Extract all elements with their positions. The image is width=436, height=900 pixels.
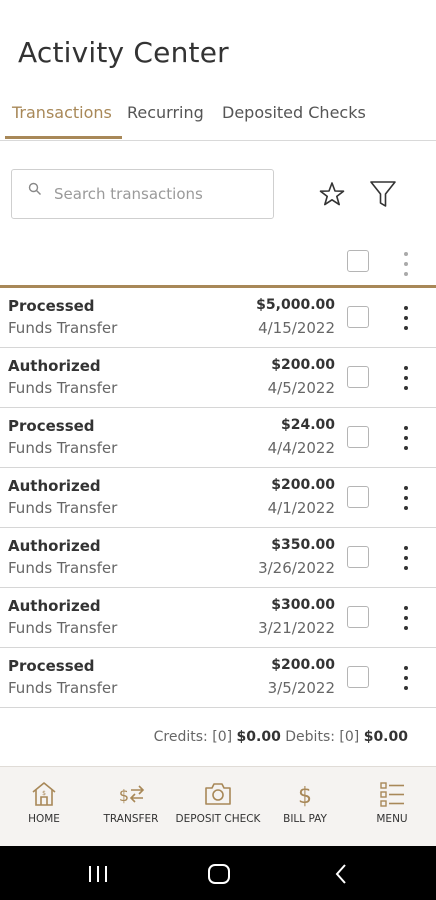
transaction-row[interactable]: Authorized Funds Transfer $300.00 3/21/2… [0,588,436,648]
row-checkbox[interactable] [347,486,369,508]
page-title: Activity Center [18,36,229,69]
transaction-type: Funds Transfer [8,499,118,517]
row-options-icon[interactable] [400,364,412,392]
tab-recurring[interactable]: Recurring [127,103,204,122]
transaction-row[interactable]: Processed Funds Transfer $5,000.00 4/15/… [0,288,436,348]
transaction-row[interactable]: Authorized Funds Transfer $200.00 4/5/20… [0,348,436,408]
transaction-type: Funds Transfer [8,679,118,697]
home-button-icon[interactable] [207,863,231,885]
transaction-date: 3/21/2022 [258,619,335,637]
debits-amount: $0.00 [363,729,408,745]
nav-deposit-check[interactable]: DEPOSIT CHECK [174,767,262,847]
nav-deposit-check-label: DEPOSIT CHECK [175,813,261,825]
transaction-type: Funds Transfer [8,619,118,637]
transaction-date: 4/4/2022 [267,439,335,457]
bottom-navigation: $ HOME $ TRANSFER DEPOSIT CHECK $ BILL P… [0,766,436,846]
system-navigation-bar [0,846,436,900]
tab-deposited-checks[interactable]: Deposited Checks [222,103,366,122]
transaction-amount: $350.00 [271,537,335,553]
nav-transfer[interactable]: $ TRANSFER [87,767,175,847]
search-box[interactable] [11,169,274,219]
back-icon[interactable] [333,863,349,885]
transaction-type: Funds Transfer [8,559,118,577]
row-options-icon[interactable] [400,664,412,692]
transaction-amount: $200.00 [271,657,335,673]
transaction-amount: $5,000.00 [256,297,335,313]
transaction-amount: $200.00 [271,357,335,373]
transaction-status: Authorized [8,477,101,495]
transaction-date: 4/1/2022 [267,499,335,517]
row-checkbox[interactable] [347,366,369,388]
transaction-status: Processed [8,297,95,315]
nav-home[interactable]: $ HOME [0,767,88,847]
row-checkbox[interactable] [347,546,369,568]
nav-menu-label: MENU [376,813,408,825]
debits-count: [0] [339,729,360,745]
filter-icon[interactable] [368,179,398,209]
transaction-date: 4/15/2022 [258,319,335,337]
list-header [0,240,436,288]
transaction-amount: $300.00 [271,597,335,613]
search-input[interactable] [54,170,269,218]
totals-summary: Credits: [0] $0.00 Debits: [0] $0.00 [154,729,408,745]
row-options-icon[interactable] [400,424,412,452]
camera-icon [205,783,231,805]
recent-apps-icon[interactable] [87,865,109,883]
row-checkbox[interactable] [347,426,369,448]
transaction-type: Funds Transfer [8,439,118,457]
transaction-type: Funds Transfer [8,319,118,337]
transaction-status: Processed [8,417,95,435]
transfer-icon: $ [119,785,145,805]
select-all-checkbox[interactable] [347,250,369,272]
transaction-date: 3/26/2022 [258,559,335,577]
transaction-row[interactable]: Authorized Funds Transfer $200.00 4/1/20… [0,468,436,528]
transaction-status: Processed [8,657,95,675]
menu-list-icon [380,782,404,807]
row-options-icon[interactable] [400,304,412,332]
debits-label: Debits: [285,729,335,745]
svg-text:$: $ [42,790,46,797]
credits-amount: $0.00 [236,729,281,745]
row-options-icon[interactable] [400,544,412,572]
active-tab-indicator [5,136,122,139]
transaction-row[interactable]: Processed Funds Transfer $200.00 3/5/202… [0,648,436,708]
transaction-status: Authorized [8,537,101,555]
row-checkbox[interactable] [347,306,369,328]
list-options-icon[interactable] [400,250,412,278]
transaction-row[interactable]: Authorized Funds Transfer $350.00 3/26/2… [0,528,436,588]
tab-bar: Transactions Recurring Deposited Checks [0,96,436,141]
tab-transactions[interactable]: Transactions [12,103,112,122]
nav-bill-pay[interactable]: $ BILL PAY [261,767,349,847]
svg-text:$: $ [298,784,312,809]
search-icon [28,182,41,195]
transaction-status: Authorized [8,597,101,615]
row-checkbox[interactable] [347,606,369,628]
transaction-type: Funds Transfer [8,379,118,397]
nav-bill-pay-label: BILL PAY [283,813,327,825]
nav-menu[interactable]: MENU [348,767,436,847]
home-icon: $ [32,782,56,806]
nav-transfer-label: TRANSFER [103,813,159,825]
star-icon[interactable] [318,180,346,208]
transaction-row[interactable]: Processed Funds Transfer $24.00 4/4/2022 [0,408,436,468]
nav-home-label: HOME [28,813,60,825]
transaction-date: 4/5/2022 [267,379,335,397]
svg-text:$: $ [119,786,129,805]
credits-label: Credits: [153,729,208,745]
credits-count: [0] [212,729,233,745]
transaction-amount: $200.00 [271,477,335,493]
row-options-icon[interactable] [400,484,412,512]
transaction-amount: $24.00 [280,417,335,433]
transaction-date: 3/5/2022 [267,679,335,697]
transaction-status: Authorized [8,357,101,375]
row-checkbox[interactable] [347,666,369,688]
dollar-icon: $ [298,784,312,809]
row-options-icon[interactable] [400,604,412,632]
